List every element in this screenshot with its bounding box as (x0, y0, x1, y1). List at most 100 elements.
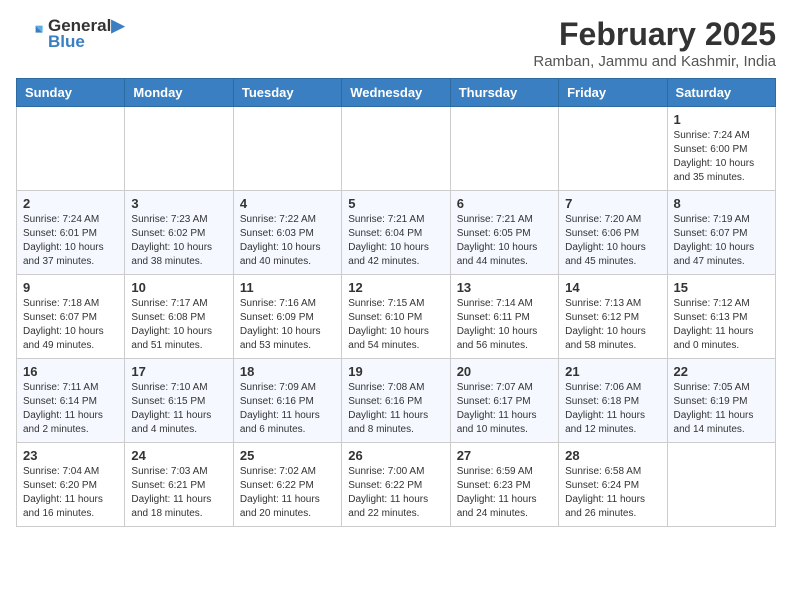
logo-text: General▶ Blue (48, 16, 124, 52)
day-info: Sunrise: 7:22 AM Sunset: 6:03 PM Dayligh… (240, 213, 335, 269)
day-info: Sunrise: 7:00 AM Sunset: 6:22 PM Dayligh… (348, 465, 443, 521)
day-number: 27 (457, 448, 552, 463)
day-info: Sunrise: 7:09 AM Sunset: 6:16 PM Dayligh… (240, 381, 335, 437)
day-number: 28 (565, 448, 660, 463)
calendar-week-row: 9 Sunrise: 7:18 AM Sunset: 6:07 PM Daylig… (17, 275, 776, 359)
weekday-header-wednesday: Wednesday (342, 79, 450, 107)
day-info: Sunrise: 7:03 AM Sunset: 6:21 PM Dayligh… (131, 465, 226, 521)
day-number: 18 (240, 364, 335, 379)
day-number: 12 (348, 280, 443, 295)
day-number: 21 (565, 364, 660, 379)
calendar-cell: 4 Sunrise: 7:22 AM Sunset: 6:03 PM Daylig… (233, 191, 341, 275)
day-number: 24 (131, 448, 226, 463)
weekday-header-monday: Monday (125, 79, 233, 107)
logo-icon (16, 20, 44, 48)
day-info: Sunrise: 7:17 AM Sunset: 6:08 PM Dayligh… (131, 297, 226, 353)
day-info: Sunrise: 7:07 AM Sunset: 6:17 PM Dayligh… (457, 381, 552, 437)
day-number: 2 (23, 196, 118, 211)
day-number: 16 (23, 364, 118, 379)
day-info: Sunrise: 7:16 AM Sunset: 6:09 PM Dayligh… (240, 297, 335, 353)
day-info: Sunrise: 7:21 AM Sunset: 6:04 PM Dayligh… (348, 213, 443, 269)
day-number: 23 (23, 448, 118, 463)
calendar-cell: 14 Sunrise: 7:13 AM Sunset: 6:12 PM Dayli… (559, 275, 667, 359)
day-number: 7 (565, 196, 660, 211)
calendar-cell: 6 Sunrise: 7:21 AM Sunset: 6:05 PM Daylig… (450, 191, 558, 275)
day-number: 22 (674, 364, 769, 379)
day-number: 19 (348, 364, 443, 379)
day-number: 15 (674, 280, 769, 295)
calendar-cell: 11 Sunrise: 7:16 AM Sunset: 6:09 PM Dayli… (233, 275, 341, 359)
calendar-cell (17, 107, 125, 191)
calendar-cell: 7 Sunrise: 7:20 AM Sunset: 6:06 PM Daylig… (559, 191, 667, 275)
day-info: Sunrise: 7:24 AM Sunset: 6:00 PM Dayligh… (674, 129, 769, 185)
calendar-cell: 18 Sunrise: 7:09 AM Sunset: 6:16 PM Dayli… (233, 359, 341, 443)
location-subtitle: Ramban, Jammu and Kashmir, India (533, 53, 776, 70)
calendar-cell (342, 107, 450, 191)
calendar-week-row: 16 Sunrise: 7:11 AM Sunset: 6:14 PM Dayli… (17, 359, 776, 443)
calendar-week-row: 1 Sunrise: 7:24 AM Sunset: 6:00 PM Daylig… (17, 107, 776, 191)
calendar-cell: 10 Sunrise: 7:17 AM Sunset: 6:08 PM Dayli… (125, 275, 233, 359)
day-info: Sunrise: 7:02 AM Sunset: 6:22 PM Dayligh… (240, 465, 335, 521)
day-info: Sunrise: 7:12 AM Sunset: 6:13 PM Dayligh… (674, 297, 769, 353)
calendar-cell: 25 Sunrise: 7:02 AM Sunset: 6:22 PM Dayli… (233, 443, 341, 527)
calendar-week-row: 2Sunrise: 7:24 AM Sunset: 6:01 PM Daylig… (17, 191, 776, 275)
calendar-cell: 24 Sunrise: 7:03 AM Sunset: 6:21 PM Dayli… (125, 443, 233, 527)
day-info: Sunrise: 7:04 AM Sunset: 6:20 PM Dayligh… (23, 465, 118, 521)
calendar-cell (233, 107, 341, 191)
calendar-cell: 20 Sunrise: 7:07 AM Sunset: 6:17 PM Dayli… (450, 359, 558, 443)
day-info: Sunrise: 7:06 AM Sunset: 6:18 PM Dayligh… (565, 381, 660, 437)
title-block: February 2025 Ramban, Jammu and Kashmir,… (533, 16, 776, 70)
day-number: 14 (565, 280, 660, 295)
day-number: 13 (457, 280, 552, 295)
calendar-cell (125, 107, 233, 191)
day-number: 5 (348, 196, 443, 211)
calendar-cell: 12 Sunrise: 7:15 AM Sunset: 6:10 PM Dayli… (342, 275, 450, 359)
weekday-header-sunday: Sunday (17, 79, 125, 107)
weekday-header-friday: Friday (559, 79, 667, 107)
day-info: Sunrise: 7:14 AM Sunset: 6:11 PM Dayligh… (457, 297, 552, 353)
calendar-cell: 22Sunrise: 7:05 AM Sunset: 6:19 PM Dayli… (667, 359, 775, 443)
calendar-cell: 21 Sunrise: 7:06 AM Sunset: 6:18 PM Dayli… (559, 359, 667, 443)
weekday-header-tuesday: Tuesday (233, 79, 341, 107)
calendar-cell (450, 107, 558, 191)
day-info: Sunrise: 7:10 AM Sunset: 6:15 PM Dayligh… (131, 381, 226, 437)
calendar-cell: 23 Sunrise: 7:04 AM Sunset: 6:20 PM Dayli… (17, 443, 125, 527)
day-number: 9 (23, 280, 118, 295)
weekday-header-thursday: Thursday (450, 79, 558, 107)
day-number: 10 (131, 280, 226, 295)
calendar-cell: 26 Sunrise: 7:00 AM Sunset: 6:22 PM Dayli… (342, 443, 450, 527)
calendar-cell: 27Sunrise: 6:59 AM Sunset: 6:23 PM Dayli… (450, 443, 558, 527)
day-info: Sunrise: 7:15 AM Sunset: 6:10 PM Dayligh… (348, 297, 443, 353)
day-number: 6 (457, 196, 552, 211)
day-number: 20 (457, 364, 552, 379)
day-info: Sunrise: 7:21 AM Sunset: 6:05 PM Dayligh… (457, 213, 552, 269)
calendar-cell: 8Sunrise: 7:19 AM Sunset: 6:07 PM Daylig… (667, 191, 775, 275)
day-number: 4 (240, 196, 335, 211)
calendar-cell: 19 Sunrise: 7:08 AM Sunset: 6:16 PM Dayli… (342, 359, 450, 443)
day-info: Sunrise: 7:18 AM Sunset: 6:07 PM Dayligh… (23, 297, 118, 353)
calendar-cell: 9 Sunrise: 7:18 AM Sunset: 6:07 PM Daylig… (17, 275, 125, 359)
day-number: 11 (240, 280, 335, 295)
calendar-cell: 1 Sunrise: 7:24 AM Sunset: 6:00 PM Daylig… (667, 107, 775, 191)
calendar-cell (667, 443, 775, 527)
calendar-cell: 2Sunrise: 7:24 AM Sunset: 6:01 PM Daylig… (17, 191, 125, 275)
calendar-cell: 28 Sunrise: 6:58 AM Sunset: 6:24 PM Dayli… (559, 443, 667, 527)
calendar-cell: 13 Sunrise: 7:14 AM Sunset: 6:11 PM Dayli… (450, 275, 558, 359)
day-info: Sunrise: 7:11 AM Sunset: 6:14 PM Dayligh… (23, 381, 118, 437)
day-info: Sunrise: 7:08 AM Sunset: 6:16 PM Dayligh… (348, 381, 443, 437)
calendar-cell: 3 Sunrise: 7:23 AM Sunset: 6:02 PM Daylig… (125, 191, 233, 275)
weekday-header-saturday: Saturday (667, 79, 775, 107)
day-info: Sunrise: 7:20 AM Sunset: 6:06 PM Dayligh… (565, 213, 660, 269)
day-number: 1 (674, 112, 769, 127)
calendar-cell: 5 Sunrise: 7:21 AM Sunset: 6:04 PM Daylig… (342, 191, 450, 275)
day-number: 3 (131, 196, 226, 211)
day-number: 25 (240, 448, 335, 463)
day-info: Sunrise: 7:13 AM Sunset: 6:12 PM Dayligh… (565, 297, 660, 353)
month-year-title: February 2025 (533, 16, 776, 53)
day-number: 17 (131, 364, 226, 379)
day-info: Sunrise: 6:58 AM Sunset: 6:24 PM Dayligh… (565, 465, 660, 521)
calendar-cell (559, 107, 667, 191)
day-number: 26 (348, 448, 443, 463)
calendar-week-row: 23 Sunrise: 7:04 AM Sunset: 6:20 PM Dayli… (17, 443, 776, 527)
day-info: Sunrise: 7:23 AM Sunset: 6:02 PM Dayligh… (131, 213, 226, 269)
